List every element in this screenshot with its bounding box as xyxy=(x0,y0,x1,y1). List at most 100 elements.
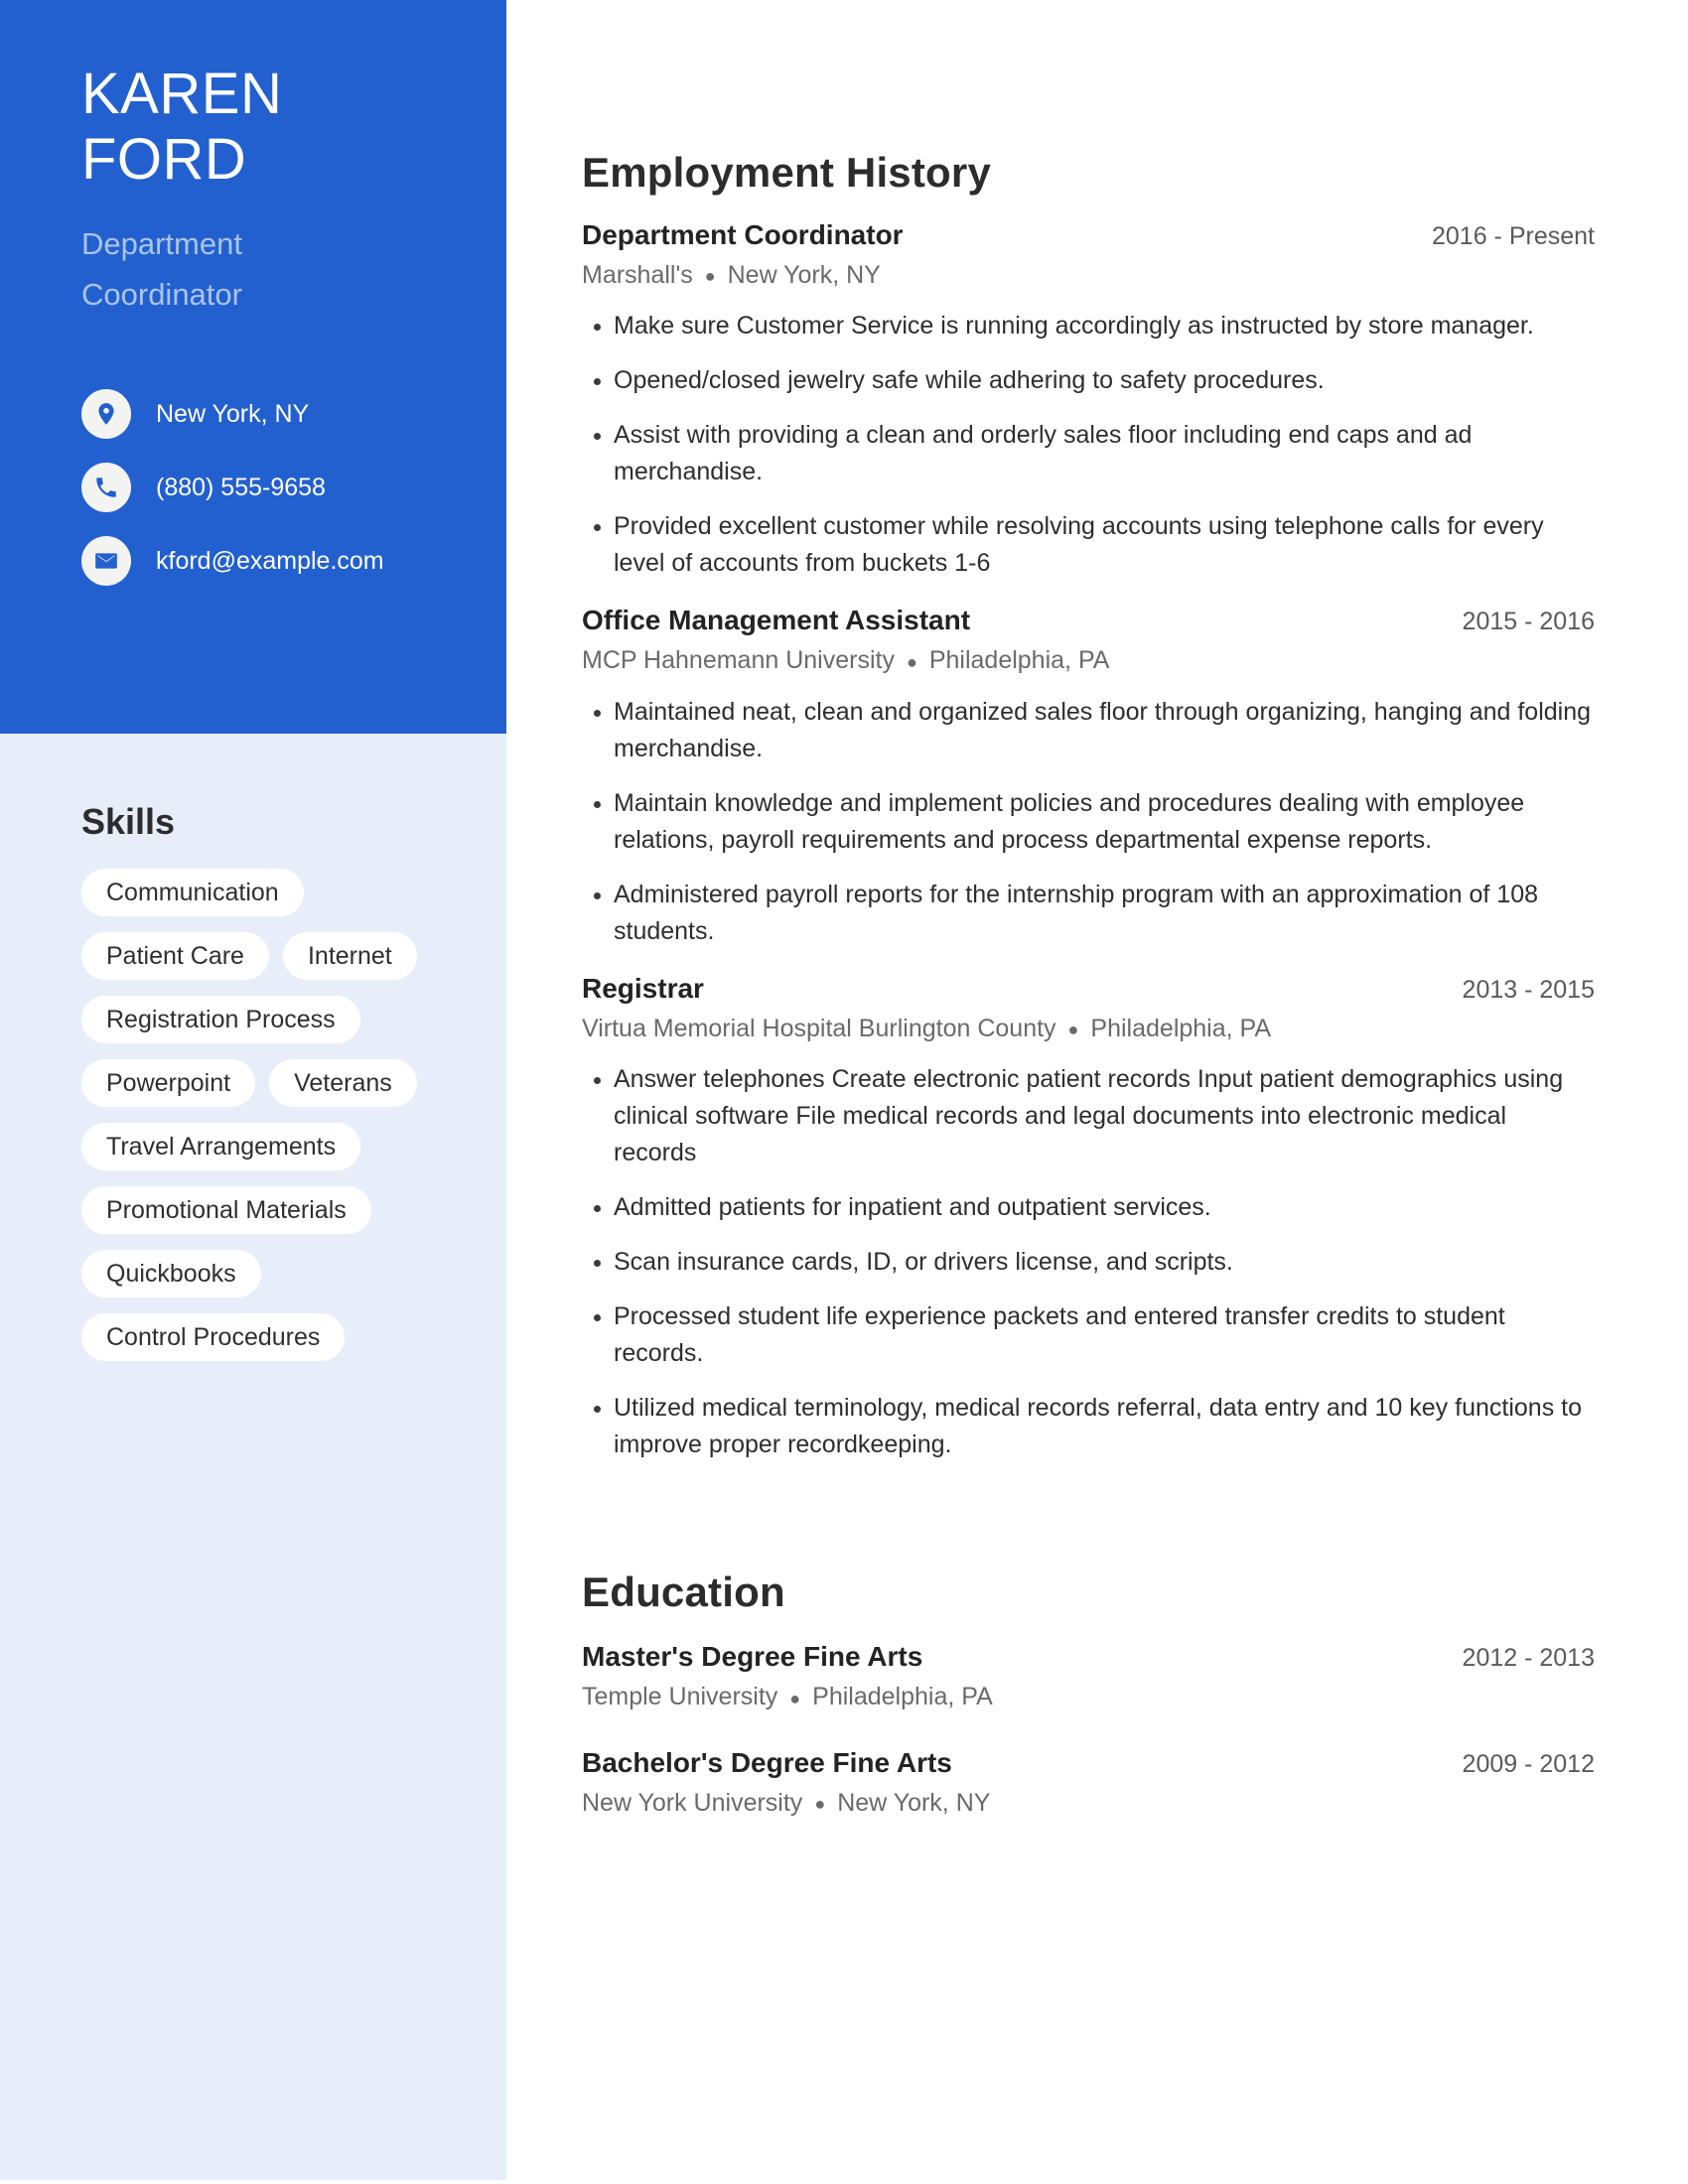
candidate-name: KAREN FORD xyxy=(81,0,506,193)
bullet-item: Opened/closed jewelry safe while adherin… xyxy=(582,362,1595,399)
job-title: Office Management Assistant xyxy=(582,605,971,636)
separator-dot-icon: ● xyxy=(789,1688,801,1708)
education-entry-head: Bachelor's Degree Fine Arts 2009 - 2012 xyxy=(582,1746,1595,1781)
contact-list: New York, NY (880) 555-9658 kford@exampl… xyxy=(81,377,506,598)
job-location: Philadelphia, PA xyxy=(1090,1014,1272,1042)
bullet-item: Make sure Customer Service is running ac… xyxy=(582,308,1595,344)
bullet-item: Answer telephones Create electronic pati… xyxy=(582,1061,1595,1171)
envelope-icon xyxy=(81,536,131,586)
skill-pill[interactable]: Registration Process xyxy=(81,996,360,1043)
skills-pill-list: Communication Patient Care Internet Regi… xyxy=(81,869,506,1361)
skill-pill[interactable]: Patient Care xyxy=(81,932,269,980)
employment-entry: Department Coordinator 2016 - Present Ma… xyxy=(582,218,1595,582)
job-bullets: Maintained neat, clean and organized sal… xyxy=(582,694,1595,950)
school-name: Temple University xyxy=(582,1683,778,1711)
role-line-2: Coordinator xyxy=(81,277,242,312)
job-meta: Marshall's ● New York, NY xyxy=(582,257,1595,294)
bullet-item: Processed student life experience packet… xyxy=(582,1298,1595,1372)
skill-row: Promotional Materials xyxy=(81,1186,506,1234)
degree-dates: 2012 - 2013 xyxy=(1462,1644,1595,1673)
employment-entry-head: Registrar 2013 - 2015 xyxy=(582,972,1595,1007)
job-title: Registrar xyxy=(582,972,704,1004)
contact-email[interactable]: kford@example.com xyxy=(81,524,506,598)
job-dates: 2015 - 2016 xyxy=(1462,608,1595,636)
degree-title: Bachelor's Degree Fine Arts xyxy=(582,1746,952,1778)
separator-dot-icon: ● xyxy=(704,266,716,287)
job-bullets: Make sure Customer Service is running ac… xyxy=(582,308,1595,582)
bullet-item: Scan insurance cards, ID, or drivers lic… xyxy=(582,1244,1595,1281)
bullet-item: Utilized medical terminology, medical re… xyxy=(582,1390,1595,1463)
job-location: New York, NY xyxy=(727,261,881,289)
separator-dot-icon: ● xyxy=(906,651,917,672)
separator-dot-icon: ● xyxy=(814,1793,826,1814)
candidate-role: Department Coordinator xyxy=(81,218,506,320)
job-title: Department Coordinator xyxy=(582,219,904,250)
bullet-item: Provided excellent customer while resolv… xyxy=(582,508,1595,582)
job-company: MCP Hahnemann University xyxy=(582,646,895,675)
skill-row: Registration Process xyxy=(81,996,506,1043)
skill-row: Quickbooks xyxy=(81,1250,506,1297)
bullet-item: Admitted patients for inpatient and outp… xyxy=(582,1189,1595,1226)
job-bullets: Answer telephones Create electronic pati… xyxy=(582,1061,1595,1463)
skill-pill[interactable]: Powerpoint xyxy=(81,1059,256,1107)
skill-pill[interactable]: Travel Arrangements xyxy=(81,1123,361,1170)
job-location: Philadelphia, PA xyxy=(928,646,1110,675)
resume-page: KAREN FORD Department Coordinator New Yo… xyxy=(0,0,1688,2184)
bullet-item: Assist with providing a clean and orderl… xyxy=(582,417,1595,490)
skill-pill[interactable]: Internet xyxy=(282,932,417,980)
job-company: Marshall's xyxy=(582,261,693,289)
school-location: Philadelphia, PA xyxy=(812,1683,993,1711)
education-heading: Education xyxy=(582,1569,785,1616)
education-entry-head: Master's Degree Fine Arts 2012 - 2013 xyxy=(582,1640,1595,1675)
employment-entry: Office Management Assistant 2015 - 2016 … xyxy=(582,604,1595,949)
employment-entry-head: Department Coordinator 2016 - Present xyxy=(582,218,1595,253)
skill-row: Communication xyxy=(81,869,506,916)
contact-email-text: kford@example.com xyxy=(156,547,384,575)
separator-dot-icon: ● xyxy=(1067,1020,1079,1040)
job-dates: 2013 - 2015 xyxy=(1462,975,1595,1004)
skill-pill[interactable]: Control Procedures xyxy=(81,1313,346,1361)
employment-heading: Employment History xyxy=(582,149,992,196)
school-location: New York, NY xyxy=(837,1788,991,1817)
location-pin-icon xyxy=(81,389,131,439)
skill-pill[interactable]: Veterans xyxy=(269,1059,417,1107)
skill-row: Powerpoint Veterans xyxy=(81,1059,506,1107)
skill-pill[interactable]: Promotional Materials xyxy=(81,1186,371,1234)
degree-title: Master's Degree Fine Arts xyxy=(582,1641,923,1673)
job-company: Virtua Memorial Hospital Burlington Coun… xyxy=(582,1014,1056,1042)
education-entry: Bachelor's Degree Fine Arts 2009 - 2012 … xyxy=(582,1746,1595,1822)
name-line-last: FORD xyxy=(81,127,247,192)
contact-location-text: New York, NY xyxy=(156,400,310,428)
sidebar: KAREN FORD Department Coordinator New Yo… xyxy=(0,0,506,2180)
employment-entry: Registrar 2013 - 2015 Virtua Memorial Ho… xyxy=(582,972,1595,1463)
education-entry: Master's Degree Fine Arts 2012 - 2013 Te… xyxy=(582,1640,1595,1715)
skill-row: Control Procedures xyxy=(81,1313,506,1361)
phone-icon xyxy=(81,463,131,512)
bullet-item: Maintained neat, clean and organized sal… xyxy=(582,694,1595,767)
name-line-first: KAREN xyxy=(81,62,283,126)
skill-row: Patient Care Internet xyxy=(81,932,506,980)
main-content: Employment History Department Coordinato… xyxy=(582,0,1595,1822)
contact-phone-text: (880) 555-9658 xyxy=(156,474,326,501)
degree-meta: New York University ● New York, NY xyxy=(582,1785,1595,1822)
employment-entry-head: Office Management Assistant 2015 - 2016 xyxy=(582,604,1595,638)
role-line-1: Department xyxy=(81,226,242,261)
job-meta: Virtua Memorial Hospital Burlington Coun… xyxy=(582,1011,1595,1047)
employment-section: Employment History Department Coordinato… xyxy=(582,0,1595,1463)
skill-pill[interactable]: Communication xyxy=(81,869,304,916)
school-name: New York University xyxy=(582,1788,803,1817)
sidebar-header: KAREN FORD Department Coordinator New Yo… xyxy=(0,0,506,734)
job-dates: 2016 - Present xyxy=(1432,222,1595,250)
skills-heading: Skills xyxy=(81,801,176,842)
bullet-item: Administered payroll reports for the int… xyxy=(582,877,1595,950)
contact-phone[interactable]: (880) 555-9658 xyxy=(81,451,506,524)
education-section: Education Master's Degree Fine Arts 2012… xyxy=(582,1481,1595,1822)
degree-dates: 2009 - 2012 xyxy=(1462,1749,1595,1778)
contact-location[interactable]: New York, NY xyxy=(81,377,506,451)
job-meta: MCP Hahnemann University ● Philadelphia, P… xyxy=(582,642,1595,679)
skill-row: Travel Arrangements xyxy=(81,1123,506,1170)
bullet-item: Maintain knowledge and implement policie… xyxy=(582,785,1595,859)
skill-pill[interactable]: Quickbooks xyxy=(81,1250,261,1297)
skills-section: Skills Communication Patient Care Intern… xyxy=(0,734,506,1377)
degree-meta: Temple University ● Philadelphia, PA xyxy=(582,1679,1595,1715)
